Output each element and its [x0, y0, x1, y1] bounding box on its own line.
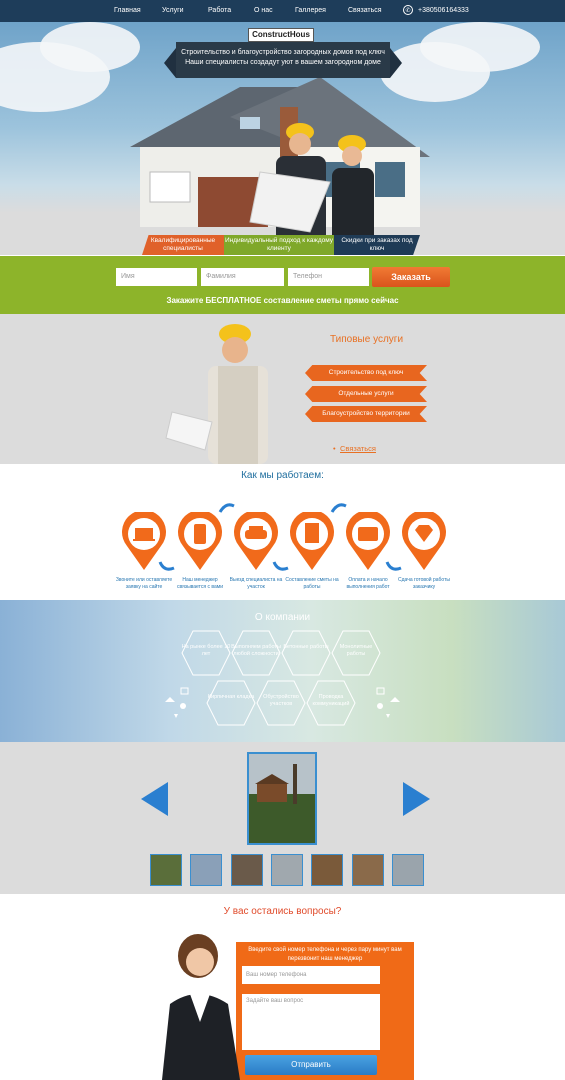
nav-work[interactable]: Работа	[208, 7, 231, 14]
about-section: О компании На рынке более 10 лет Выполня…	[0, 600, 565, 742]
manager-woman-illustration	[162, 934, 240, 1080]
phone-call-icon	[178, 512, 222, 570]
phone-input[interactable]: Телефон	[288, 268, 369, 286]
arrow-icon	[218, 503, 235, 513]
about-item: Кирпичная кладка	[207, 694, 255, 700]
questions-title: У вас остались вопросы?	[223, 906, 342, 917]
about-hexagon: Обустройство участков	[256, 680, 306, 726]
how-title: Как мы работаем:	[241, 470, 324, 481]
about-hexagon: На рынке более 10 лет	[181, 630, 231, 676]
about-hexagon: Выполняем работы любой сложности	[231, 630, 281, 676]
service-item[interactable]: Благоустройство территории	[305, 406, 427, 422]
hero-section: ConstructHous Строительство и благоустро…	[0, 22, 565, 255]
callback-form: Введите свой номер телефона и через пару…	[236, 942, 414, 1080]
service-item[interactable]: Строительство под ключ	[305, 365, 427, 381]
gallery-thumb[interactable]	[190, 854, 222, 886]
gallery-main-image	[247, 752, 317, 845]
gallery-thumb[interactable]	[150, 854, 182, 886]
order-form: Имя Фамилия Телефон Заказать Закажите БЕ…	[0, 256, 565, 314]
how-we-work-section: Как мы работаем: Звоните или оставляете …	[0, 464, 565, 600]
next-arrow-icon[interactable]	[403, 782, 430, 816]
hero-banner: Строительство и благоустройство загородн…	[164, 42, 402, 78]
nav-contact[interactable]: Связаться	[348, 7, 382, 14]
name-input[interactable]: Имя	[116, 268, 197, 286]
about-item: Обустройство участков	[263, 694, 299, 707]
about-title: О компании	[254, 612, 311, 623]
nav-home[interactable]: Главная	[114, 7, 141, 14]
prev-arrow-icon[interactable]	[141, 782, 168, 816]
nav-services[interactable]: Услуги	[162, 7, 184, 14]
builders-illustration	[249, 123, 374, 248]
nav-about[interactable]: О нас	[254, 7, 273, 14]
step-label: Оплата и начало выполнения работ	[346, 577, 390, 590]
step-label: Звоните или оставляете заявку на сайте	[115, 577, 173, 590]
hexagon-shape	[281, 630, 331, 676]
worker-illustration	[165, 324, 268, 464]
callback-text: Введите свой номер телефона и через пару…	[248, 947, 402, 962]
about-hexagon: Проводка коммуникаций	[306, 680, 356, 726]
about-item: Монолитные работы	[339, 644, 373, 657]
questions-section: У вас остались вопросы? Введите свой ном…	[0, 894, 565, 1080]
services-title: Типовые услуги	[330, 334, 404, 345]
gallery-thumb[interactable]	[352, 854, 384, 886]
arrow-icon	[330, 503, 347, 513]
contact-link[interactable]: Связаться	[333, 444, 376, 453]
about-item: Бетонные работы	[283, 644, 329, 650]
about-hexagon: Монолитные работы	[331, 630, 381, 676]
cloud	[40, 22, 140, 72]
arrow-icon	[158, 561, 175, 571]
step-label: Составление сметы на работы	[285, 577, 339, 590]
nav-phone-number: +380506164333	[418, 6, 469, 14]
about-item: На рынке более 10 лет	[181, 644, 231, 657]
callback-question-input[interactable]: Задайте ваш вопрос	[242, 994, 380, 1050]
gallery-thumb[interactable]	[311, 854, 343, 886]
about-hexagon: Бетонные работы	[281, 630, 331, 676]
feature-ribbon: Скидки при заказах под ключ	[334, 235, 420, 255]
feature-ribbon: Квалифицированные специалисты	[142, 235, 224, 255]
phone-icon: ✆	[403, 5, 413, 15]
gallery-thumb[interactable]	[231, 854, 263, 886]
services-section: Типовые услуги Строительство под ключ От…	[0, 314, 565, 464]
gallery-thumb[interactable]	[392, 854, 424, 886]
nav-gallery[interactable]: Галлерея	[295, 7, 326, 14]
diamond-icon	[402, 512, 446, 570]
gallery-section	[0, 742, 565, 894]
about-hexagon: Кирпичная кладка	[206, 680, 256, 726]
top-nav: Главная Услуги Работа О нас Галлерея Свя…	[0, 0, 565, 22]
cloud	[420, 22, 540, 72]
about-item: Выполняем работы любой сложности	[231, 644, 281, 657]
service-item[interactable]: Отдельные услуги	[305, 386, 427, 402]
feature-ribbon: Индивидуальный подход к каждому клиенту	[224, 235, 334, 255]
hero-headline: Строительство и благоустройство загородн…	[181, 49, 385, 56]
surname-input[interactable]: Фамилия	[201, 268, 284, 286]
hexagon-shape	[206, 680, 256, 726]
gallery-photo	[249, 754, 315, 843]
step-label: Сдача готовой работы заказчику	[398, 577, 450, 590]
site-logo[interactable]: ConstructHous	[248, 28, 314, 42]
callback-phone-input[interactable]: Ваш номер телефона	[242, 966, 380, 984]
order-note: Закажите БЕСПЛАТНОЕ составление сметы пр…	[166, 296, 399, 305]
small-icons-right	[376, 687, 400, 718]
hero-subheadline: Наши специалисты создадут уют в вашем за…	[185, 59, 381, 66]
step-label: Наш менеджер связывается с вами	[176, 577, 224, 590]
arrow-icon	[272, 561, 289, 571]
arrow-icon	[385, 561, 402, 571]
small-icons-left	[165, 687, 189, 718]
about-item: Проводка коммуникаций	[312, 694, 350, 707]
send-button[interactable]: Отправить	[245, 1055, 377, 1075]
document-icon	[290, 512, 334, 570]
step-label: Выезд специалиста на участок	[229, 577, 283, 590]
nav-phone[interactable]: ✆ +380506164333	[403, 5, 469, 15]
order-button[interactable]: Заказать	[372, 267, 450, 287]
gallery-thumb[interactable]	[271, 854, 303, 886]
